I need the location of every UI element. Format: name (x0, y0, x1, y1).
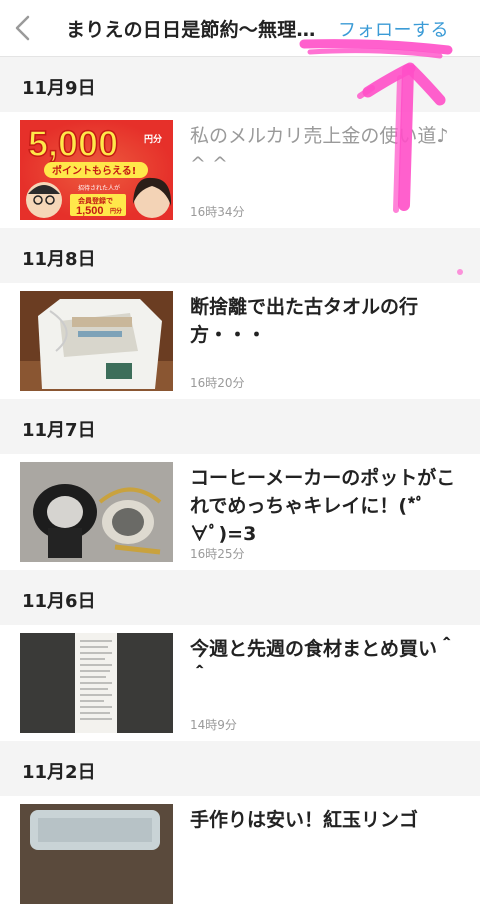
article-entry[interactable]: 5,000 円分 ポイントもらえる! 招待された人が 会員登録で 1,500 円… (0, 112, 480, 228)
article-time: 16時20分 (190, 376, 245, 390)
date-label: 11月2日 (22, 762, 96, 783)
article-time: 16時25分 (190, 547, 245, 561)
article-title[interactable]: 今週と先週の食材まとめ買い＾＾ (190, 635, 468, 691)
follow-button[interactable]: フォローする (338, 16, 449, 42)
article-entry[interactable]: 手作りは安い！紅玉リンゴ (0, 796, 480, 912)
banner-amount: 5,000 (28, 123, 118, 164)
coffee-pot-thumbnail[interactable] (20, 462, 173, 562)
banner-line2: 招待された人が (78, 184, 120, 192)
date-header: 11月9日 (0, 57, 480, 113)
date-label: 11月7日 (22, 420, 96, 441)
article-entry[interactable]: 断捨離で出た古タオルの行方・・・ 16時20分 (0, 283, 480, 399)
article-title[interactable]: コーヒーメーカーのポットがこれでめっちゃキレイに！(*ﾟ∀ﾟ)=3 (190, 464, 468, 548)
article-title[interactable]: 断捨離で出た古タオルの行方・・・ (190, 293, 468, 349)
date-header: 11月6日 (0, 570, 480, 626)
banner-line4: 1,500 (76, 205, 104, 217)
towel-bag-thumbnail[interactable] (20, 291, 173, 391)
banner-line1: ポイントもらえる! (52, 164, 136, 177)
date-label: 11月6日 (22, 591, 96, 612)
date-label: 11月9日 (22, 78, 96, 99)
date-header: 11月2日 (0, 741, 480, 797)
article-entry[interactable]: 今週と先週の食材まとめ買い＾＾ 14時9分 (0, 625, 480, 741)
date-header: 11月8日 (0, 228, 480, 284)
jar-thumbnail[interactable] (20, 804, 173, 904)
article-time: 14時9分 (190, 718, 237, 732)
article-title[interactable]: 私のメルカリ売上金の使い道♪ ^ ^ (190, 122, 468, 178)
ad-banner-thumbnail[interactable]: 5,000 円分 ポイントもらえる! 招待された人が 会員登録で 1,500 円… (20, 120, 173, 220)
banner-unit: 円分 (144, 133, 162, 145)
banner-line4-unit: 円分 (110, 207, 122, 215)
date-header: 11月7日 (0, 399, 480, 455)
app-header: まりえの日日是節約〜無理… フォローする (0, 0, 480, 57)
blog-title: まりえの日日是節約〜無理… (66, 19, 316, 41)
date-label: 11月8日 (22, 249, 96, 270)
article-title[interactable]: 手作りは安い！紅玉リンゴ (190, 806, 468, 834)
receipt-thumbnail[interactable] (20, 633, 173, 733)
article-entry[interactable]: コーヒーメーカーのポットがこれでめっちゃキレイに！(*ﾟ∀ﾟ)=3 16時25分 (0, 454, 480, 570)
banner-line3: 会員登録で (78, 196, 113, 205)
article-title-extra: ^ ^ (190, 153, 228, 175)
back-chevron-icon[interactable] (8, 12, 36, 44)
article-time: 16時34分 (190, 205, 245, 219)
